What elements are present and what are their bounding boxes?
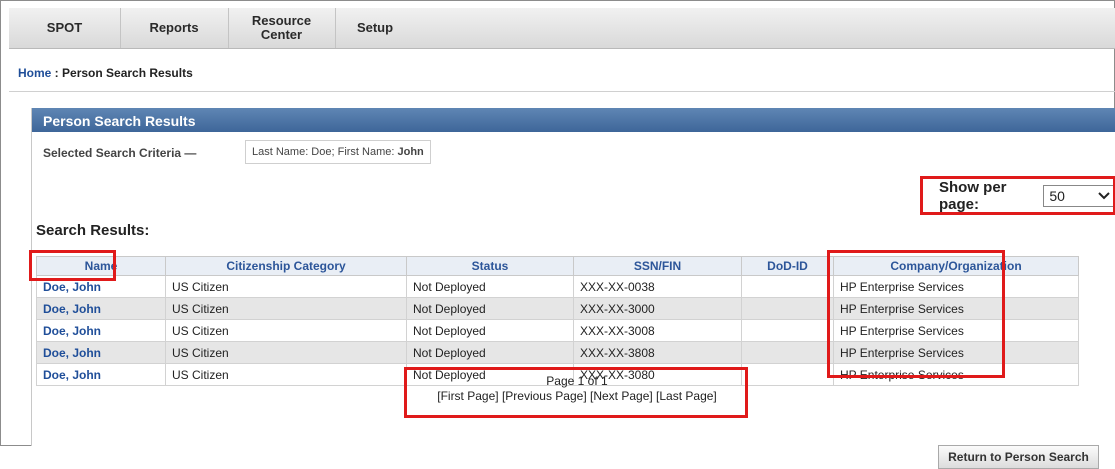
col-header-ssn[interactable]: SSN/FIN (573, 256, 742, 276)
per-page-value: 50 (1049, 187, 1065, 204)
col-header-status[interactable]: Status (406, 256, 574, 276)
citizenship-cell: US Citizen (165, 319, 407, 342)
page-info: Page 1 of 1 (546, 374, 608, 388)
top-nav: SPOT Reports Resource Center Setup (9, 8, 1115, 49)
table-row: Doe, John US Citizen Not Deployed XXX-XX… (36, 341, 1079, 364)
results-panel: Person Search Results Selected Search Cr… (29, 108, 1115, 469)
next-page-link[interactable]: [Next Page] (590, 389, 653, 403)
nav-resource-center-line1: Resource (251, 13, 312, 28)
panel-title: Person Search Results (32, 108, 1115, 132)
breadcrumb-separator: : (51, 66, 63, 80)
criteria-value: Last Name: Doe; First Name: John (245, 140, 431, 164)
breadcrumb-home-link[interactable]: Home (18, 66, 51, 80)
nav-reports[interactable]: Reports (120, 8, 229, 48)
col-header-citizenship[interactable]: Citizenship Category (165, 256, 407, 276)
status-cell: Not Deployed (406, 341, 574, 364)
company-cell: HP Enterprise Services (833, 363, 1079, 386)
search-results-heading: Search Results: (36, 222, 150, 239)
nav-spot[interactable]: SPOT (9, 8, 121, 48)
status-cell: Not Deployed (406, 319, 574, 342)
pager-links: [First Page] [Previous Page] [Next Page]… (408, 389, 746, 404)
citizenship-cell: US Citizen (165, 297, 407, 320)
breadcrumb-divider (9, 91, 1115, 92)
nav-resource-center[interactable]: Resource Center (228, 8, 336, 48)
dodid-cell (741, 319, 834, 342)
company-cell: HP Enterprise Services (833, 341, 1079, 364)
criteria-prefix: Last Name: Doe; First Name: (252, 146, 398, 158)
per-page-select[interactable]: 50 (1043, 184, 1115, 207)
table-row: Doe, John US Citizen Not Deployed XXX-XX… (36, 319, 1079, 342)
status-cell: Not Deployed (406, 275, 574, 298)
criteria-label: Selected Search Criteria — (43, 146, 197, 160)
citizenship-cell: US Citizen (165, 275, 407, 298)
company-cell: HP Enterprise Services (833, 275, 1079, 298)
status-cell: Not Deployed (406, 297, 574, 320)
dodid-cell (741, 297, 834, 320)
ssn-cell: XXX-XX-3808 (573, 341, 742, 364)
first-page-link[interactable]: [First Page] (437, 389, 498, 403)
ssn-cell: XXX-XX-0038 (573, 275, 742, 298)
col-header-name[interactable]: Name (36, 256, 166, 276)
table-row: Doe, John US Citizen Not Deployed XXX-XX… (36, 275, 1079, 298)
name-link[interactable]: Doe, John (36, 297, 166, 320)
chevron-down-icon (1097, 188, 1111, 207)
name-link[interactable]: Doe, John (36, 341, 166, 364)
results-table: Name Citizenship Category Status SSN/FIN… (36, 256, 1079, 386)
breadcrumb-current: Person Search Results (62, 66, 193, 80)
citizenship-cell: US Citizen (165, 363, 407, 386)
company-cell: HP Enterprise Services (833, 297, 1079, 320)
citizenship-cell: US Citizen (165, 341, 407, 364)
per-page-control: Show per page: 50 (929, 176, 1115, 215)
dodid-cell (741, 363, 834, 386)
table-row: Doe, John US Citizen Not Deployed XXX-XX… (36, 297, 1079, 320)
nav-setup[interactable]: Setup (335, 8, 415, 48)
breadcrumb: Home : Person Search Results (18, 66, 193, 80)
nav-resource-center-line2: Center (260, 27, 303, 42)
dodid-cell (741, 275, 834, 298)
ssn-cell: XXX-XX-3000 (573, 297, 742, 320)
name-link[interactable]: Doe, John (36, 319, 166, 342)
return-to-person-search-button[interactable]: Return to Person Search (938, 445, 1099, 469)
ssn-cell: XXX-XX-3008 (573, 319, 742, 342)
col-header-dodid[interactable]: DoD-ID (741, 256, 834, 276)
table-header-row: Name Citizenship Category Status SSN/FIN… (36, 256, 1079, 276)
previous-page-link[interactable]: [Previous Page] (502, 389, 587, 403)
name-link[interactable]: Doe, John (36, 363, 166, 386)
pagination: Page 1 of 1 [First Page] [Previous Page]… (408, 374, 746, 404)
name-link[interactable]: Doe, John (36, 275, 166, 298)
company-cell: HP Enterprise Services (833, 319, 1079, 342)
col-header-company[interactable]: Company/Organization (833, 256, 1079, 276)
criteria-first-name: John (397, 146, 424, 158)
last-page-link[interactable]: [Last Page] (656, 389, 717, 403)
per-page-label: Show per page: (939, 178, 1007, 213)
dodid-cell (741, 341, 834, 364)
